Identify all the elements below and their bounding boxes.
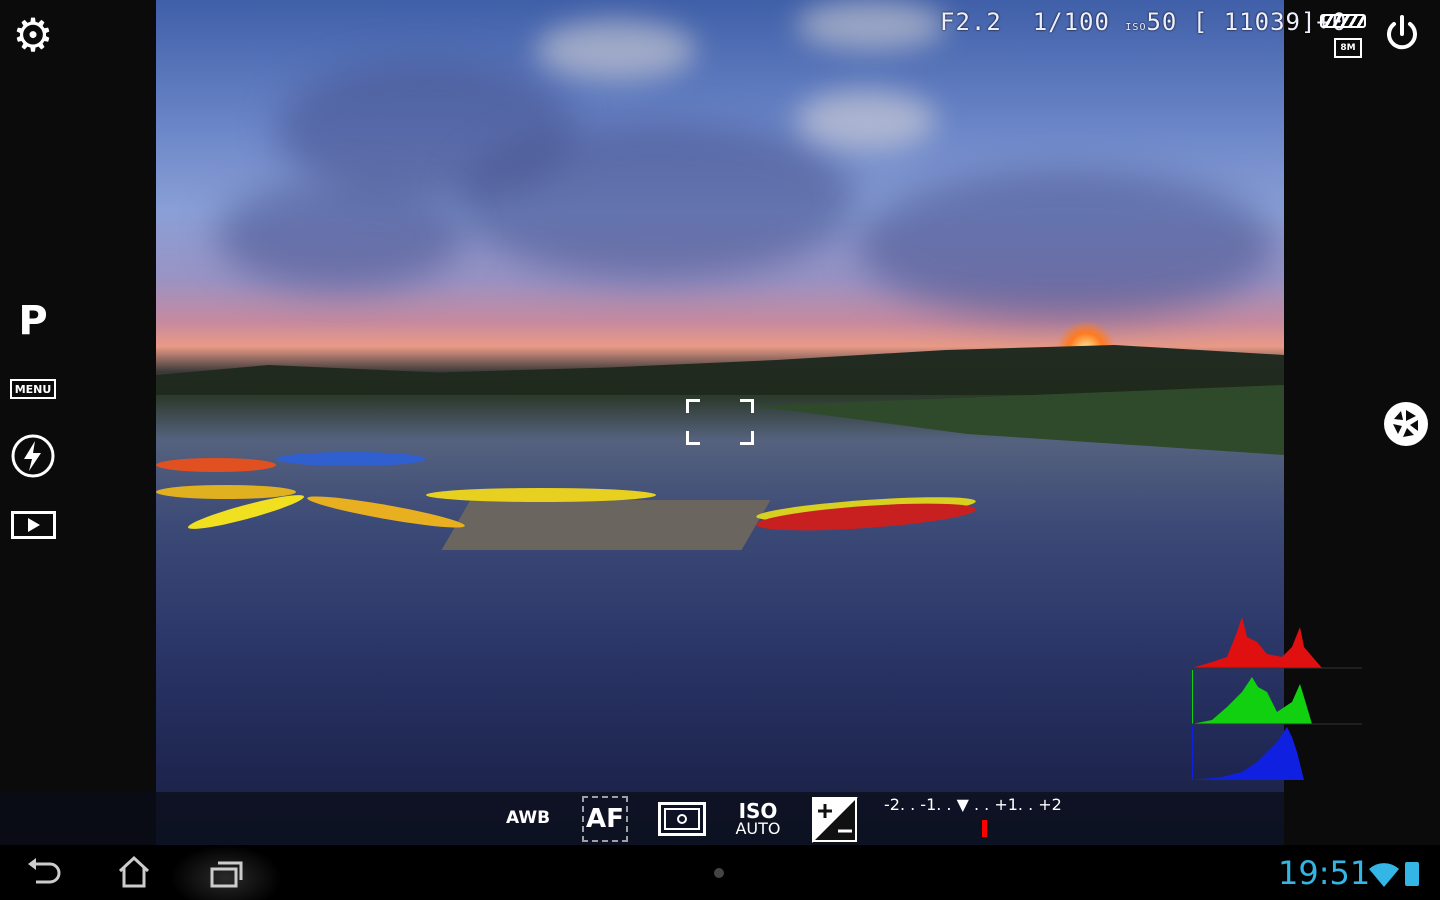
image-size-indicator: 8M [1334,38,1362,58]
flash-auto-icon[interactable] [10,433,56,479]
histogram-blue [1192,727,1304,780]
power-icon[interactable] [1380,12,1424,56]
wifi-icon [1368,862,1400,888]
exposure-readout: F2.2 1/100 ISO50 [ 11039]+0 [940,8,1347,36]
battery-status-icon [1405,862,1419,886]
metering-icon[interactable] [658,802,706,836]
shooting-mode-button[interactable]: P [12,298,54,344]
ev-marker [982,820,987,837]
histogram [1192,617,1362,780]
histogram-green [1192,677,1312,724]
playback-icon[interactable] [11,511,56,539]
exposure-comp-icon[interactable] [812,797,858,843]
clock: 19:51 [1278,854,1371,892]
camera-viewfinder[interactable] [156,0,1284,845]
gear-icon[interactable]: ⚙ [10,12,56,58]
back-icon[interactable] [24,855,64,891]
ev-scale[interactable]: -2. . -1. . ▼ . . +1. . +2 [884,795,1062,814]
focus-mode-button[interactable]: AF [582,796,628,842]
recent-apps-icon[interactable] [206,857,246,891]
iso-button[interactable]: ISO AUTO [734,796,782,842]
shutter-value: 1/100 [1032,8,1110,36]
shutter-icon[interactable] [1382,400,1430,448]
shots-remaining: [ 11039] [1192,8,1317,36]
iso-value: 50 [1146,8,1178,36]
histogram-red [1192,617,1322,668]
menu-button[interactable]: MENU [10,379,56,399]
left-sidebar [0,0,156,845]
aperture-value: F2.2 [940,8,1002,36]
battery-icon [1320,14,1366,28]
iso-label: ISO [1125,22,1147,33]
home-icon[interactable] [114,853,154,891]
focus-frame [686,399,754,445]
nav-dot [714,868,724,878]
white-balance-button[interactable]: AWB [504,796,552,840]
camera-toolbar [0,792,1284,845]
